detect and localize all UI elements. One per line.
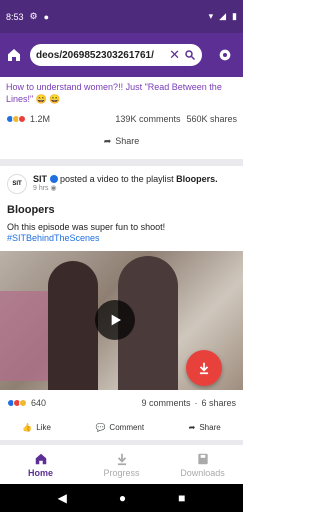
reactions-icons [6, 115, 26, 123]
download-fab[interactable] [186, 350, 222, 386]
comment-label: Comment [109, 422, 145, 432]
play-button[interactable] [95, 300, 135, 340]
share-button[interactable]: ➦ Share [189, 423, 221, 432]
avatar[interactable]: SIT [7, 174, 27, 194]
recents-icon[interactable]: ■ [178, 491, 185, 505]
globe-icon: ◉ [50, 185, 57, 192]
reactions-count[interactable]: 640 [31, 398, 46, 408]
battery-icon: ▮ [232, 11, 237, 21]
nav-progress-label: Progress [103, 467, 140, 478]
shares-count[interactable]: 6 shares [201, 398, 236, 408]
clear-icon[interactable]: ✕ [169, 47, 180, 63]
post-header: SIT SIT posted a video to the playlist B… [7, 174, 236, 194]
playlist-link[interactable]: Bloopers. [176, 174, 218, 184]
like-label: Like [36, 422, 51, 432]
video-description: Oh this episode was super fun to shoot! [7, 222, 166, 232]
back-icon[interactable]: ◀ [58, 491, 67, 505]
nav-downloads[interactable]: Downloads [162, 445, 243, 484]
home-icon [35, 453, 46, 464]
author-name[interactable]: SIT [33, 174, 47, 184]
nav-home[interactable]: Home [0, 445, 81, 484]
share-label: Share [199, 422, 221, 432]
video-title: Bloopers [7, 204, 55, 216]
dot-status-icon: ● [43, 11, 50, 22]
status-bar: 8:53 ⚙ ● ▾ ◢ ▮ [0, 0, 243, 33]
post-stats: 1.2M 139K comments 560K shares [6, 113, 237, 125]
post-text: How to understand women?!! Just "Read Be… [6, 82, 222, 104]
comment-icon: 💬 [95, 422, 106, 432]
comment-button[interactable]: 💬 Comment [95, 423, 144, 432]
share-icon: ➦ [188, 422, 196, 432]
share-label: Share [115, 136, 140, 146]
url-text: deos/2069852303261761/ [36, 49, 154, 61]
share-button[interactable]: ➦ Share [6, 135, 237, 147]
comments-count[interactable]: 9 comments [141, 398, 190, 408]
nav-downloads-label: Downloads [180, 467, 225, 478]
settings-status-icon: ⚙ [29, 11, 38, 21]
like-icon: 👍 [22, 422, 33, 432]
divider [0, 159, 243, 166]
video-post-card: SIT SIT posted a video to the playlist B… [0, 166, 243, 440]
download-icon [199, 362, 209, 375]
save-icon [197, 453, 208, 464]
download-progress-icon [117, 453, 126, 465]
nav-progress[interactable]: Progress [81, 445, 162, 484]
verified-icon [49, 175, 58, 183]
like-button[interactable]: 👍 Like [22, 423, 51, 432]
search-icon[interactable] [184, 49, 196, 61]
comments-count[interactable]: 139K comments [115, 113, 180, 125]
browser-toolbar: deos/2069852303261761/ ✕ [0, 33, 243, 77]
url-input[interactable]: deos/2069852303261761/ ✕ [30, 44, 202, 66]
home-icon[interactable] [6, 47, 22, 63]
hashtag-link[interactable]: #SITBehindTheScenes [7, 233, 236, 243]
home-circle-icon[interactable]: ● [119, 491, 126, 505]
system-navigation-bar: ◀ ● ■ [0, 484, 243, 512]
nav-home-label: Home [27, 467, 53, 478]
share-icon: ➦ [103, 136, 112, 146]
post-action-text: posted a video to the playlist [60, 174, 174, 184]
reactions-count[interactable]: 1.2M [30, 113, 50, 125]
video-post-stats: 640 9 comments · 6 shares [0, 390, 243, 408]
post-actions: 👍 Like 💬 Comment ➦ Share [0, 414, 243, 440]
video-player[interactable] [0, 251, 243, 390]
video-frame-person-left [48, 261, 98, 390]
signal-icon: ◢ [219, 11, 227, 21]
wifi-icon: ▾ [208, 11, 214, 21]
bottom-navigation: Home Progress Downloads [0, 445, 243, 484]
status-time: 8:53 [6, 11, 24, 22]
settings-icon[interactable] [217, 47, 233, 63]
page-content: How to understand women?!! Just "Read Be… [0, 77, 243, 445]
reactions-icons [7, 399, 27, 407]
play-icon [111, 314, 121, 326]
post-time: 9 hrs [33, 185, 49, 192]
post-card: How to understand women?!! Just "Read Be… [0, 77, 243, 159]
video-frame-pillow [0, 291, 53, 381]
shares-count[interactable]: 560K shares [186, 113, 237, 125]
